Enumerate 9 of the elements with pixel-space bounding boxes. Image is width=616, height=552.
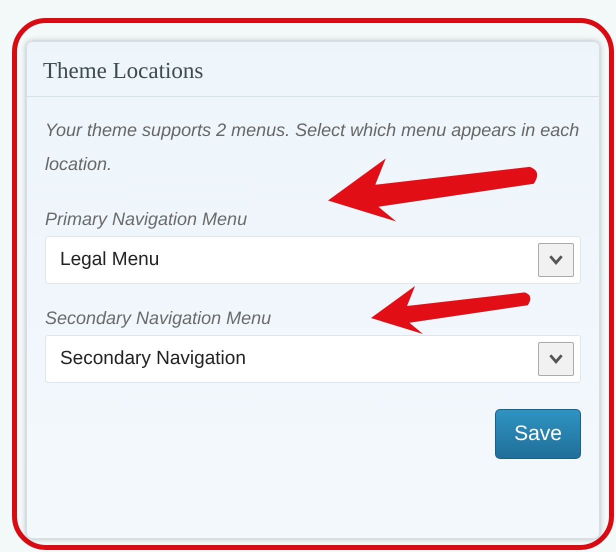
chevron-down-icon xyxy=(538,342,574,376)
description-text: Your theme supports 2 menus. Select which menu appears in each location. xyxy=(45,119,580,176)
menu-select[interactable]: Legal Menu xyxy=(45,236,581,284)
panel-title: Theme Locations xyxy=(43,58,204,84)
save-button[interactable]: Save xyxy=(495,409,581,459)
chevron-down-icon xyxy=(538,243,574,277)
menu-select[interactable]: Secondary Navigation xyxy=(45,335,581,383)
location-label: Secondary Navigation Menu xyxy=(45,308,272,329)
location-label: Primary Navigation Menu xyxy=(45,209,248,230)
